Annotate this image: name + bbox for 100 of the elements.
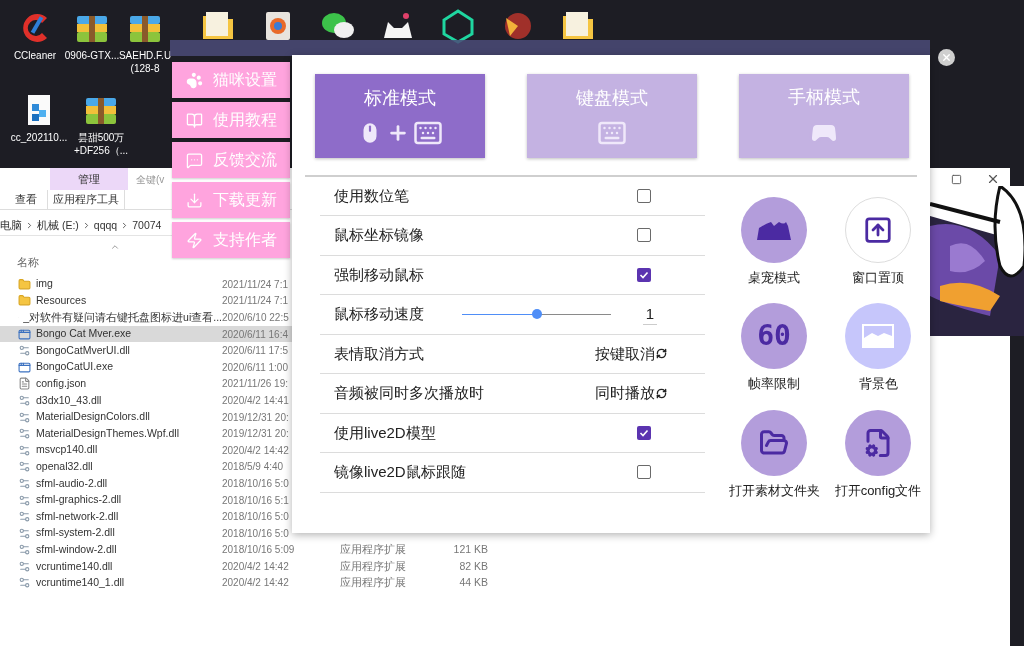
window-title-bar[interactable] — [170, 40, 930, 56]
file-row[interactable]: Resources 2021/11/24 7:1 — [0, 292, 292, 310]
file-row[interactable]: img 2021/11/24 7:1 — [0, 276, 292, 293]
library-file-icon — [18, 493, 31, 507]
program-icon — [18, 327, 31, 341]
ribbon-tab[interactable]: 应用程序工具 — [47, 190, 125, 209]
file-date: 2019/12/31 20: — [222, 410, 290, 425]
file-date: 2020/6/11 17:5 — [222, 344, 289, 359]
ribbon-context-tab[interactable]: 管理 — [50, 168, 128, 190]
address-bar[interactable]: 电脑 机械 (E:) qqqq 70074 — [0, 216, 172, 236]
file-name: _对软件有疑问请右键托盘图标进ui查看... — [23, 309, 222, 325]
checkbox[interactable] — [637, 425, 651, 440]
file-date: 2021/11/24 7:1 — [222, 294, 289, 309]
file-date: 2020/4/2 14:42 — [222, 443, 290, 458]
file-date: 2021/11/24 7:1 — [222, 277, 289, 292]
cycle-option-button[interactable]: 同时播放 — [595, 382, 667, 405]
close-icon[interactable] — [986, 172, 1000, 186]
file-name: config.json — [36, 376, 87, 391]
breadcrumb-item[interactable]: 机械 (E:) — [37, 217, 79, 234]
file-type: 应用程序扩展 — [340, 575, 407, 591]
file-name: Bongo Cat Mver.exe — [36, 326, 132, 342]
setting-label: 表情取消方式 — [334, 343, 424, 364]
close-button[interactable] — [938, 49, 955, 66]
breadcrumb-item[interactable]: 电脑 — [0, 217, 22, 234]
file-settings-icon — [863, 427, 893, 458]
cycle-option-button[interactable]: 按键取消 — [595, 342, 667, 365]
file-name: d3dx10_43.dll — [36, 392, 102, 408]
mode-button[interactable]: 标准模式 — [315, 74, 485, 158]
checkbox[interactable] — [637, 188, 651, 203]
file-row[interactable]: openal32.dll 2018/5/9 4:40 — [0, 458, 292, 476]
folder-icon — [18, 277, 31, 291]
file-row[interactable]: _对软件有疑问请右键托盘图标进ui查看...2020/6/10 22:5 — [0, 309, 292, 326]
library-file-icon — [18, 576, 31, 590]
library-file-icon — [18, 344, 31, 358]
file-name: MaterialDesignThemes.Wpf.dll — [36, 425, 179, 441]
file-name: vcruntime140_1.dll — [36, 575, 125, 591]
file-name: sfml-graphics-2.dll — [36, 492, 122, 508]
setting-label: 强制移动鼠标 — [334, 264, 424, 285]
file-type: 应用程序扩展 — [340, 558, 407, 574]
file-date: 2020/6/11 16:4 — [222, 327, 289, 342]
file-name: sfml-system-2.dll — [36, 525, 115, 541]
library-file-icon — [18, 526, 31, 540]
chevron-right-icon — [25, 221, 34, 230]
ribbon-tab[interactable]: 查看 — [15, 191, 37, 208]
library-file-icon — [18, 443, 31, 457]
setting-label: 鼠标坐标镜像 — [334, 225, 424, 245]
file-date: 2018/10/16 5:1 — [222, 493, 290, 508]
file-row[interactable]: Bongo Cat Mver.exe 2020/6/11 16:4 — [0, 325, 292, 343]
desktop-icon-label[interactable]: CCleaner — [13, 49, 57, 62]
desktop-icon-label[interactable]: cc_202110... — [10, 131, 68, 144]
file-row[interactable]: BongoCatUI.exe 2020/6/11 1:00 — [0, 358, 292, 376]
file-date: 2018/10/16 5:0 — [222, 526, 290, 541]
speed-slider[interactable] — [462, 308, 611, 321]
desktop-icon-label[interactable]: 昙甜500万 +DF256（... — [73, 131, 129, 157]
breadcrumb-item[interactable]: 70074 — [132, 217, 162, 234]
cat-silhouette-icon — [757, 219, 791, 240]
column-header[interactable]: 名称 — [17, 253, 39, 270]
file-size: 121 KB — [452, 541, 488, 557]
checkbox[interactable] — [637, 228, 651, 243]
breadcrumb-item[interactable]: qqqq — [93, 217, 118, 234]
file-icon — [18, 377, 31, 391]
library-file-icon — [18, 476, 31, 490]
file-row[interactable]: vcruntime140_1.dll 2020/4/2 14:42 应用程序扩展 44 KB — [0, 574, 500, 592]
file-row[interactable]: MaterialDesignThemes.Wpf.dll 2019/12/31 20: — [0, 425, 292, 442]
file-date: 2020/4/2 14:42 — [222, 576, 290, 591]
window-title: 全键(v — [136, 172, 165, 187]
file-row[interactable]: sfml-window-2.dll 2018/10/16 5:09 应用程序扩展 121 KB — [0, 541, 500, 559]
file-row[interactable]: MaterialDesignColors.dll 2019/12/31 20: — [0, 408, 292, 426]
file-row[interactable]: sfml-network-2.dll 2018/10/16 5:0 — [0, 508, 292, 525]
slider-thumb[interactable] — [531, 309, 542, 320]
desktop-icon-label[interactable]: 0906-GTX... — [64, 49, 120, 62]
frame-rate-icon: 60 — [757, 322, 791, 350]
file-name: msvcp140.dll — [36, 442, 98, 458]
file-row[interactable]: sfml-graphics-2.dll 2018/10/16 5:1 — [0, 491, 292, 509]
file-row[interactable]: msvcp140.dll 2020/4/2 14:42 — [0, 441, 292, 459]
maximize-icon[interactable] — [951, 173, 962, 185]
folder-icon — [18, 294, 31, 308]
checkbox[interactable] — [637, 267, 651, 282]
file-row[interactable]: BongoCatMverUI.dll 2020/6/11 17:5 — [0, 342, 292, 359]
file-row[interactable]: sfml-audio-2.dll 2018/10/16 5:0 — [0, 475, 292, 492]
desktop-icon-label[interactable]: SAEHD.F.U (128-8 — [118, 49, 172, 75]
file-name: sfml-window-2.dll — [36, 541, 117, 557]
tool-label: 桌宠模式 — [748, 268, 800, 287]
sort-caret-icon — [110, 242, 120, 252]
speed-value-field[interactable]: 1 — [643, 303, 657, 325]
file-row[interactable]: d3dx10_43.dll 2020/4/2 14:41 — [0, 392, 292, 409]
tool-button[interactable]: 60 — [741, 303, 807, 369]
lightning-icon — [186, 231, 203, 249]
file-row[interactable]: config.json 2021/11/26 19: — [0, 375, 292, 393]
file-row[interactable]: vcruntime140.dll 2020/4/2 14:42 应用程序扩展 82 KB — [0, 558, 500, 575]
library-file-icon — [18, 427, 31, 441]
cycle-icon — [656, 348, 667, 360]
paw-icon — [186, 71, 203, 89]
file-name: BongoCatUI.exe — [36, 359, 114, 375]
file-date: 2021/11/26 19: — [222, 377, 289, 392]
tool-label: 窗口置顶 — [852, 268, 904, 287]
arrow-up-square-icon — [863, 214, 893, 245]
file-date: 2018/10/16 5:0 — [222, 476, 290, 491]
file-row[interactable]: sfml-system-2.dll 2018/10/16 5:0 — [0, 524, 292, 542]
checkbox[interactable] — [637, 465, 651, 480]
